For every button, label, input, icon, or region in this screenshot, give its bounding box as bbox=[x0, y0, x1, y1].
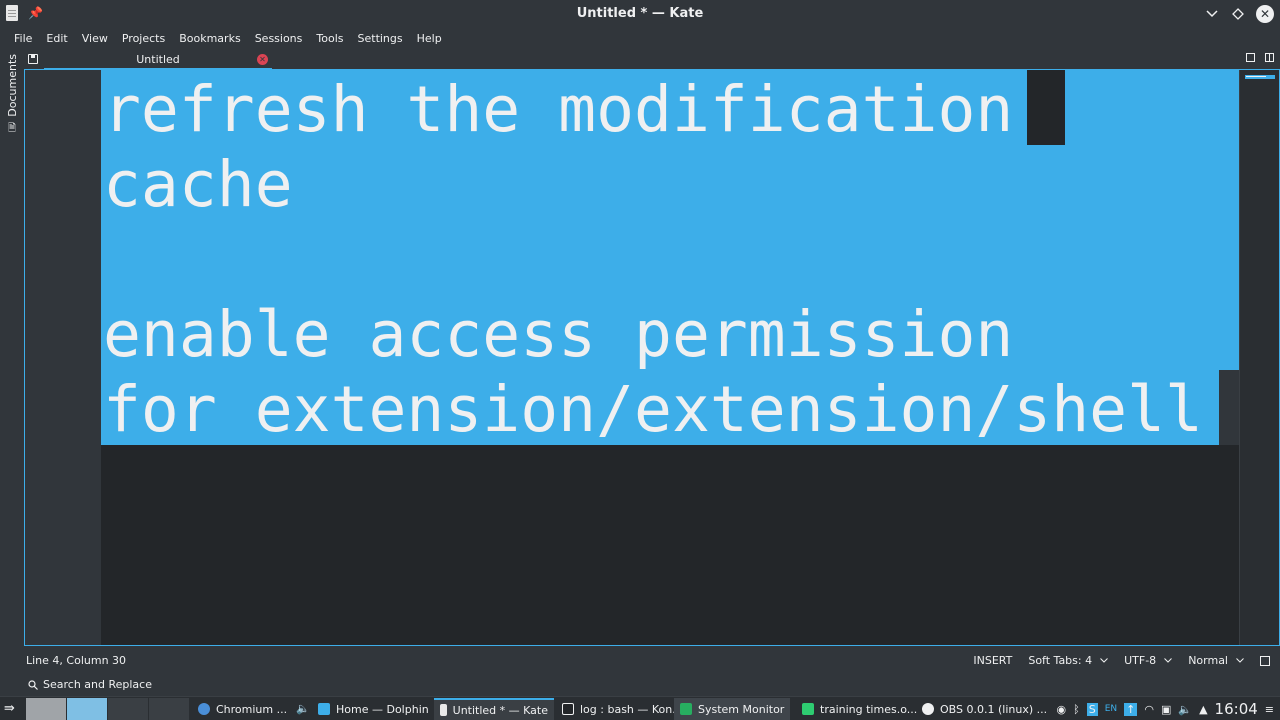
desktop-pager bbox=[26, 698, 189, 720]
task-obs[interactable]: OBS 0.0.1 (linux) ... bbox=[916, 698, 1053, 720]
menu-bookmarks[interactable]: Bookmarks bbox=[172, 28, 247, 50]
task-label: Home — Dolphin bbox=[336, 702, 429, 716]
cursor-position[interactable]: Line 4, Column 30 bbox=[26, 654, 126, 667]
desktop-2[interactable] bbox=[67, 698, 107, 720]
taskbar: ⇛ Chromium ... 🔈 Home — Dolphin Untitled… bbox=[0, 696, 1280, 720]
left-sidebar: Documents 🗎 bbox=[0, 50, 24, 650]
encoding-label: UTF-8 bbox=[1124, 654, 1157, 667]
highlight-mode-selector[interactable]: Normal bbox=[1188, 654, 1244, 667]
task-dolphin[interactable]: Home — Dolphin bbox=[312, 698, 435, 720]
unselected-end bbox=[1219, 370, 1239, 445]
task-spreadsheet[interactable]: training times.o... bbox=[796, 698, 923, 720]
task-chromium[interactable]: Chromium ... bbox=[192, 698, 293, 720]
chromium-icon bbox=[198, 703, 210, 715]
menu-bar: File Edit View Projects Bookmarks Sessio… bbox=[0, 28, 1280, 50]
indent-label: Soft Tabs: 4 bbox=[1028, 654, 1093, 667]
task-label: training times.o... bbox=[820, 702, 918, 716]
kate-icon bbox=[440, 704, 447, 716]
network-manager-icon[interactable]: ◉ bbox=[1057, 703, 1067, 716]
tab-label: Untitled bbox=[136, 53, 180, 66]
task-label: OBS 0.0.1 (linux) ... bbox=[940, 702, 1048, 716]
system-monitor-icon bbox=[680, 703, 692, 715]
status-bar: Line 4, Column 30 INSERT Soft Tabs: 4 UT… bbox=[0, 648, 1280, 672]
encoding-selector[interactable]: UTF-8 bbox=[1124, 654, 1173, 667]
bluetooth-icon[interactable]: ᛒ bbox=[1073, 703, 1080, 716]
tab-untitled[interactable]: Untitled ✕ bbox=[44, 50, 272, 70]
menu-settings[interactable]: Settings bbox=[351, 28, 410, 50]
chevron-down-icon bbox=[1100, 658, 1108, 663]
code-line-1: refresh the modification bbox=[103, 73, 1014, 146]
menu-edit[interactable]: Edit bbox=[39, 28, 74, 50]
clipboard-icon[interactable]: ▣ bbox=[1161, 703, 1171, 716]
status-menu-icon[interactable] bbox=[1260, 655, 1270, 666]
highlight-label: Normal bbox=[1188, 654, 1228, 667]
search-icon bbox=[28, 679, 38, 690]
desktop-1[interactable] bbox=[26, 698, 66, 720]
chevron-down-icon bbox=[1164, 658, 1173, 663]
dolphin-icon bbox=[318, 703, 330, 715]
obs-icon bbox=[922, 703, 934, 715]
skype-icon[interactable]: S bbox=[1086, 702, 1098, 716]
task-label: Chromium ... bbox=[216, 702, 288, 716]
task-kate[interactable]: Untitled * — Kate bbox=[434, 698, 554, 720]
tray-expand-icon[interactable]: ▲ bbox=[1199, 703, 1207, 716]
documents-sidebar-button[interactable]: Documents 🗎 bbox=[3, 54, 21, 134]
indent-settings[interactable]: Soft Tabs: 4 bbox=[1028, 654, 1108, 667]
documents-label: Documents bbox=[5, 54, 19, 117]
task-label: System Monitor bbox=[698, 702, 785, 716]
minimap-line bbox=[1246, 76, 1266, 77]
search-replace-bar: Search and Replace bbox=[0, 674, 1280, 696]
code-line-4: enable access permission bbox=[103, 298, 1014, 371]
wifi-icon[interactable]: ◠ bbox=[1144, 703, 1154, 716]
search-replace-button[interactable]: Search and Replace bbox=[28, 678, 152, 691]
split-view-icon[interactable] bbox=[1265, 53, 1274, 62]
keyboard-layout[interactable]: EN bbox=[1105, 704, 1117, 714]
menu-file[interactable]: File bbox=[7, 28, 39, 50]
system-tray: ◉ ᛒ S EN ↑ ◠ ▣ 🔈 ▲ 16:04 ≡ bbox=[1057, 700, 1274, 718]
panel-menu-icon[interactable]: ≡ bbox=[1265, 703, 1274, 716]
diamond-icon bbox=[1232, 8, 1244, 20]
editor-view[interactable]: refresh the modification cache enable ac… bbox=[24, 69, 1280, 646]
title-bar: 📌 Untitled * — Kate ✕ bbox=[0, 0, 1280, 28]
tab-bar: Untitled ✕ bbox=[24, 50, 1280, 70]
clock[interactable]: 16:04 bbox=[1215, 700, 1258, 718]
updates-icon[interactable]: ↑ bbox=[1124, 702, 1138, 716]
new-view-icon[interactable] bbox=[1246, 53, 1255, 62]
selection-line-1-tail bbox=[1065, 70, 1239, 145]
input-mode[interactable]: INSERT bbox=[973, 654, 1012, 667]
code-line-5: for extension/extension/shell bbox=[103, 373, 1203, 446]
task-konsole[interactable]: log : bash — Kon... bbox=[556, 698, 689, 720]
konsole-icon bbox=[562, 703, 574, 715]
volume-icon[interactable]: 🔈 bbox=[1178, 703, 1192, 716]
menu-help[interactable]: Help bbox=[410, 28, 449, 50]
desktop-4[interactable] bbox=[149, 698, 189, 720]
menu-sessions[interactable]: Sessions bbox=[248, 28, 310, 50]
minimap-scrollbar[interactable] bbox=[1239, 70, 1279, 645]
menu-tools[interactable]: Tools bbox=[309, 28, 350, 50]
code-line-2: cache bbox=[103, 148, 293, 221]
line-number-gutter[interactable] bbox=[25, 70, 101, 645]
menu-view[interactable]: View bbox=[75, 28, 115, 50]
task-label: Untitled * — Kate bbox=[452, 703, 548, 717]
task-system-monitor[interactable]: System Monitor bbox=[674, 698, 791, 720]
save-icon[interactable] bbox=[28, 54, 38, 64]
chevron-down-icon bbox=[1236, 658, 1244, 663]
close-tab-icon[interactable]: ✕ bbox=[257, 54, 268, 65]
chevron-down-icon bbox=[1206, 10, 1218, 18]
speaker-icon[interactable]: 🔈 bbox=[296, 702, 310, 715]
app-launcher-icon[interactable]: ⇛ bbox=[4, 701, 15, 716]
text-area[interactable]: refresh the modification cache enable ac… bbox=[101, 70, 1239, 645]
window-title: Untitled * — Kate bbox=[576, 6, 704, 21]
documents-icon: 🗎 bbox=[7, 122, 17, 134]
menu-projects[interactable]: Projects bbox=[115, 28, 172, 50]
unselected-gap bbox=[1027, 70, 1065, 145]
maximize-button[interactable] bbox=[1230, 4, 1246, 24]
desktop-3[interactable] bbox=[108, 698, 148, 720]
close-window-button[interactable]: ✕ bbox=[1256, 5, 1274, 23]
minimize-button[interactable] bbox=[1204, 4, 1220, 24]
spreadsheet-icon bbox=[802, 703, 814, 715]
search-replace-label: Search and Replace bbox=[43, 678, 152, 691]
task-label: log : bash — Kon... bbox=[580, 702, 683, 716]
